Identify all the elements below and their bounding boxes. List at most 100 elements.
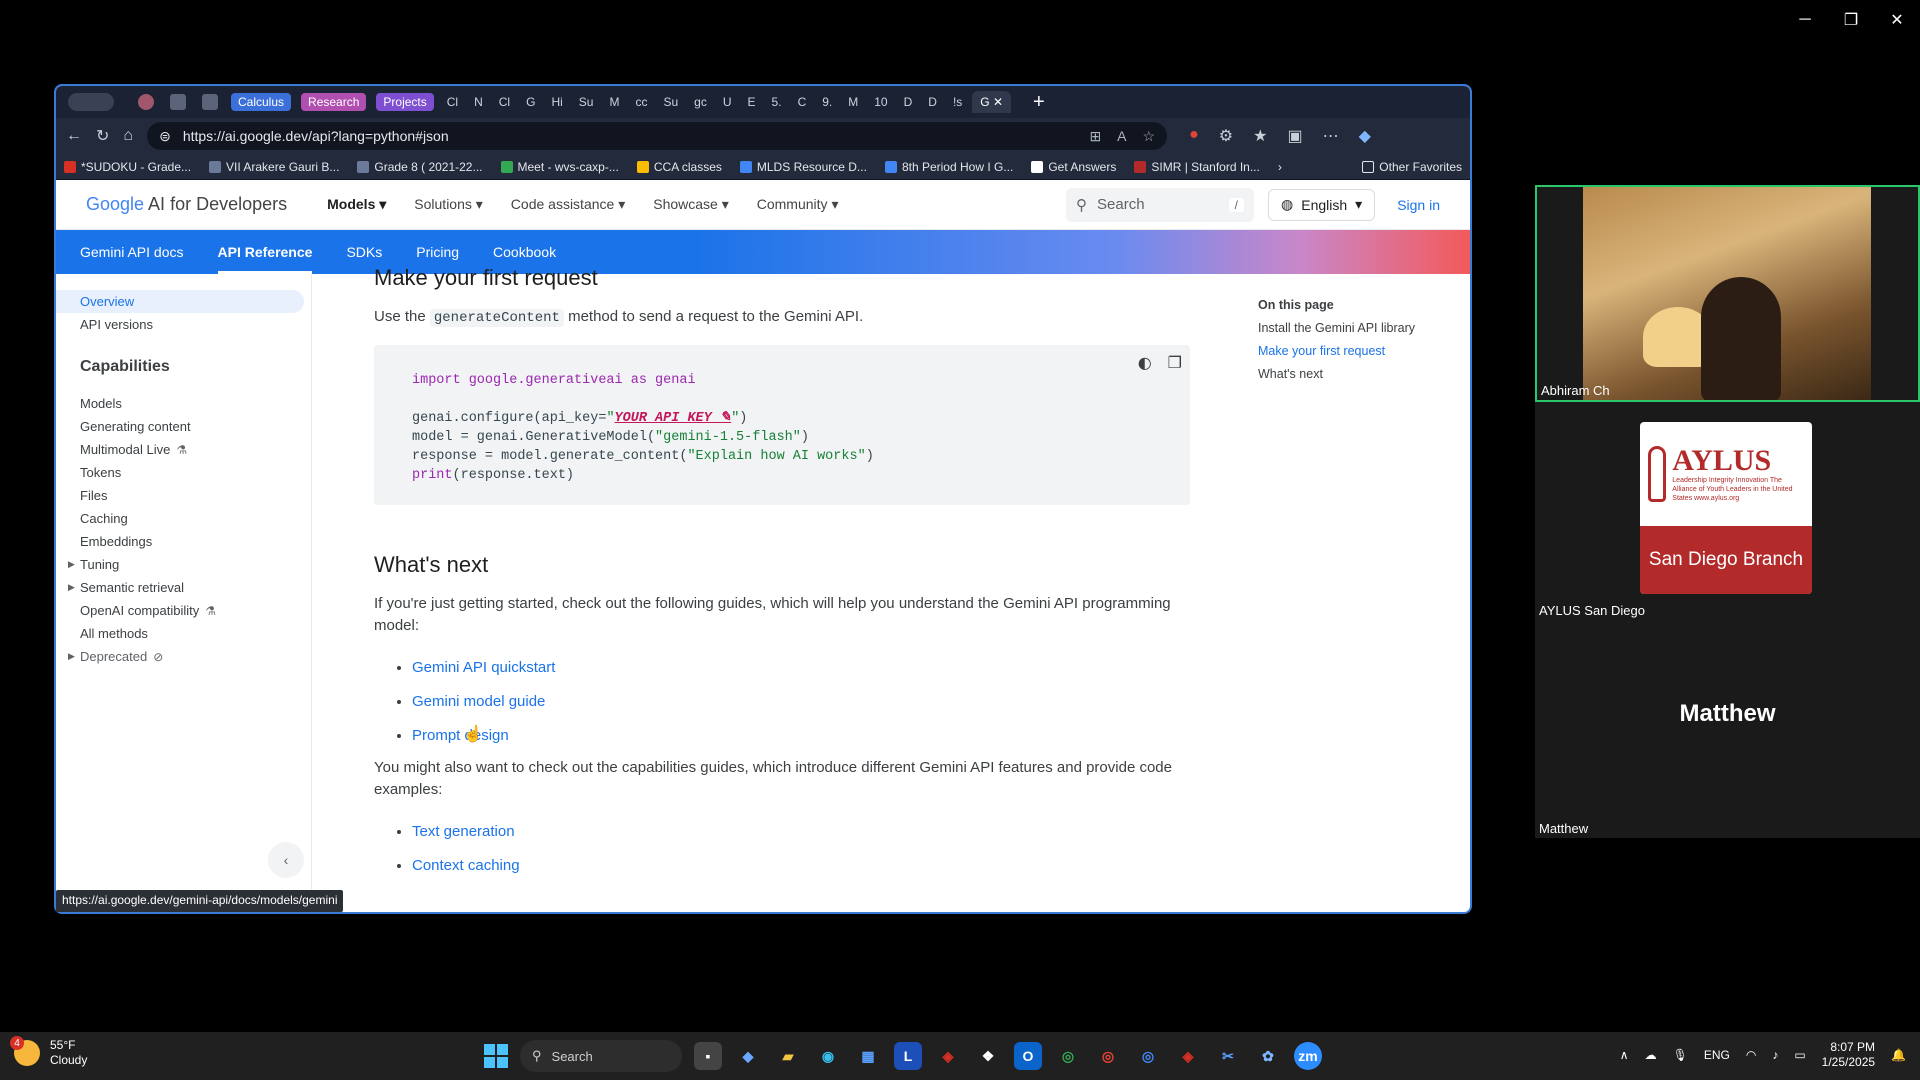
url-field[interactable]: ⊜ https://ai.google.dev/api?lang=python#… <box>147 122 1168 150</box>
expand-arrow-icon[interactable]: ▶ <box>68 559 75 570</box>
workspace-pill[interactable] <box>68 93 114 111</box>
tab[interactable]: Cl <box>493 95 516 109</box>
sidebar-item-tuning[interactable]: ▶ Tuning <box>56 553 311 576</box>
task-view-icon[interactable]: ▪ <box>694 1042 722 1070</box>
tab[interactable]: M <box>603 95 625 109</box>
bookmark[interactable]: *SUDOKU - Grade... <box>64 160 191 174</box>
tab[interactable]: U <box>717 95 738 109</box>
participant-tile[interactable]: Abhiram Ch <box>1535 185 1920 402</box>
zoom-icon[interactable]: zm <box>1294 1042 1322 1070</box>
chrome-icon[interactable]: ◎ <box>1054 1042 1082 1070</box>
minimize-icon[interactable]: ─ <box>1782 6 1828 34</box>
link-gemini-model-guide[interactable]: Gemini model guide <box>412 693 545 710</box>
onedrive-icon[interactable]: ☁ <box>1645 1048 1657 1062</box>
bookmark[interactable]: VII Arakere Gauri B... <box>209 160 339 174</box>
sign-in-link[interactable]: Sign in <box>1389 197 1448 213</box>
microphone-icon[interactable]: 🎙 <box>1673 1048 1688 1062</box>
sidebar-item-models[interactable]: Models <box>56 392 311 415</box>
profile-icon[interactable] <box>138 94 154 110</box>
language-indicator[interactable]: ENG <box>1704 1048 1730 1062</box>
link-context-caching[interactable]: Context caching <box>412 857 520 874</box>
weather-widget[interactable]: 4 55°F Cloudy <box>10 1036 87 1068</box>
expand-arrow-icon[interactable]: ▶ <box>68 582 75 593</box>
language-select[interactable]: ◍ English ▾ <box>1268 188 1376 221</box>
search-input[interactable]: ⚲ Search / <box>1066 187 1255 222</box>
tab[interactable]: D <box>898 95 919 109</box>
tab[interactable]: C <box>792 95 813 109</box>
subnav-api-reference[interactable]: API Reference <box>217 230 312 274</box>
sidebar-item-generating-content[interactable]: Generating content <box>56 415 311 438</box>
tab[interactable]: 9. <box>816 95 838 109</box>
mcafee-shield-icon[interactable]: ◈ <box>1174 1042 1202 1070</box>
back-icon[interactable]: ← <box>66 127 82 145</box>
bookmark[interactable]: SIMR | Stanford In... <box>1134 160 1260 174</box>
new-tab-icon[interactable]: + <box>1033 91 1045 114</box>
tab-group-projects[interactable]: Projects <box>376 93 434 111</box>
copilot-app-icon[interactable]: ◆ <box>734 1042 762 1070</box>
link-prompt-design[interactable]: Prompt design <box>412 727 509 744</box>
tab-group-research[interactable]: Research <box>301 93 367 111</box>
clock[interactable]: 8:07 PM 1/25/2025 <box>1822 1040 1875 1070</box>
toc-item-install[interactable]: Install the Gemini API library <box>1258 317 1415 340</box>
tab-group-calculus[interactable]: Calculus <box>231 93 292 111</box>
start-icon[interactable] <box>484 1044 508 1068</box>
taskbar-search[interactable]: ⚲ Search <box>520 1040 682 1072</box>
bookmark[interactable]: Get Answers <box>1031 160 1116 174</box>
tab[interactable]: Hi <box>545 95 568 109</box>
maximize-icon[interactable]: ❐ <box>1828 6 1874 34</box>
tab[interactable]: G <box>520 95 541 109</box>
edge-icon[interactable]: ◉ <box>814 1042 842 1070</box>
tab[interactable]: Su <box>657 95 684 109</box>
site-info-icon[interactable]: ⊜ <box>159 128 171 145</box>
settings-app-icon[interactable]: ✿ <box>1254 1042 1282 1070</box>
subnav-gemini-api-docs[interactable]: Gemini API docs <box>80 244 184 260</box>
close-tab-icon[interactable]: ✕ <box>993 95 1003 109</box>
outlook-icon[interactable]: O <box>1014 1042 1042 1070</box>
expand-arrow-icon[interactable]: ▶ <box>68 651 75 662</box>
battery-icon[interactable]: ▭ <box>1794 1048 1805 1062</box>
collections-icon[interactable]: ▣ <box>1287 126 1302 146</box>
tab[interactable]: Su <box>573 95 600 109</box>
collapse-sidebar-button[interactable]: ‹ <box>268 842 304 878</box>
chrome-profile-icon[interactable]: ◎ <box>1094 1042 1122 1070</box>
extension-icon[interactable]: ● <box>1189 126 1199 146</box>
volume-icon[interactable]: ♪ <box>1772 1048 1778 1062</box>
sidebar-item-multimodal-live[interactable]: Multimodal Live ⚗ <box>56 438 311 461</box>
tab[interactable]: 10 <box>868 95 893 109</box>
tab[interactable]: !s <box>947 95 968 109</box>
chrome-active-icon[interactable]: ◎ <box>1134 1042 1162 1070</box>
favorites-icon[interactable]: ★ <box>1253 126 1267 146</box>
sidebar-item-overview[interactable]: Overview <box>56 290 304 313</box>
tab[interactable]: N <box>468 95 489 109</box>
sidebar-item-tokens[interactable]: Tokens <box>56 461 311 484</box>
tab[interactable]: gc <box>688 95 713 109</box>
nav-code-assistance[interactable]: Code assistance ▾ <box>511 196 625 213</box>
sidebar-item-all-methods[interactable]: All methods <box>56 622 311 645</box>
collections-icon[interactable] <box>170 94 186 110</box>
store-icon[interactable]: ▦ <box>854 1042 882 1070</box>
bookmark[interactable]: CCA classes <box>636 160 722 174</box>
tab-actions-icon[interactable] <box>202 94 218 110</box>
bookmark[interactable]: 8th Period How I G... <box>884 160 1013 174</box>
nav-community[interactable]: Community ▾ <box>757 196 839 213</box>
nav-solutions[interactable]: Solutions ▾ <box>414 196 483 213</box>
sidebar-item-api-versions[interactable]: API versions <box>56 313 311 336</box>
participant-tile[interactable]: Matthew Matthew <box>1535 620 1920 838</box>
subnav-sdks[interactable]: SDKs <box>346 244 382 260</box>
bookmark[interactable]: MLDS Resource D... <box>739 160 867 174</box>
app-l-icon[interactable]: L <box>894 1042 922 1070</box>
bookmark[interactable]: Meet - wvs-caxp-... <box>500 160 619 174</box>
api-key-placeholder[interactable]: YOUR_API_KEY ✎ <box>615 411 732 426</box>
notification-bell-icon[interactable]: 🔔 <box>1891 1048 1906 1062</box>
favorite-star-icon[interactable]: ☆ <box>1143 128 1156 145</box>
copilot-icon[interactable]: ◆ <box>1359 126 1371 146</box>
nav-models[interactable]: Models ▾ <box>327 196 386 213</box>
bookmarks-overflow-icon[interactable]: › <box>1278 160 1282 174</box>
site-logo[interactable]: Google AI for Developers <box>86 194 287 215</box>
app-available-icon[interactable]: ⊞ <box>1089 128 1101 145</box>
toc-item-first-request[interactable]: Make your first request <box>1258 340 1415 363</box>
sidebar-item-deprecated[interactable]: ▶ Deprecated ⊘ <box>56 645 311 668</box>
tab-active[interactable]: G ✕ <box>972 91 1012 113</box>
tab[interactable]: M <box>842 95 864 109</box>
sidebar-item-semantic-retrieval[interactable]: ▶ Semantic retrieval <box>56 576 311 599</box>
